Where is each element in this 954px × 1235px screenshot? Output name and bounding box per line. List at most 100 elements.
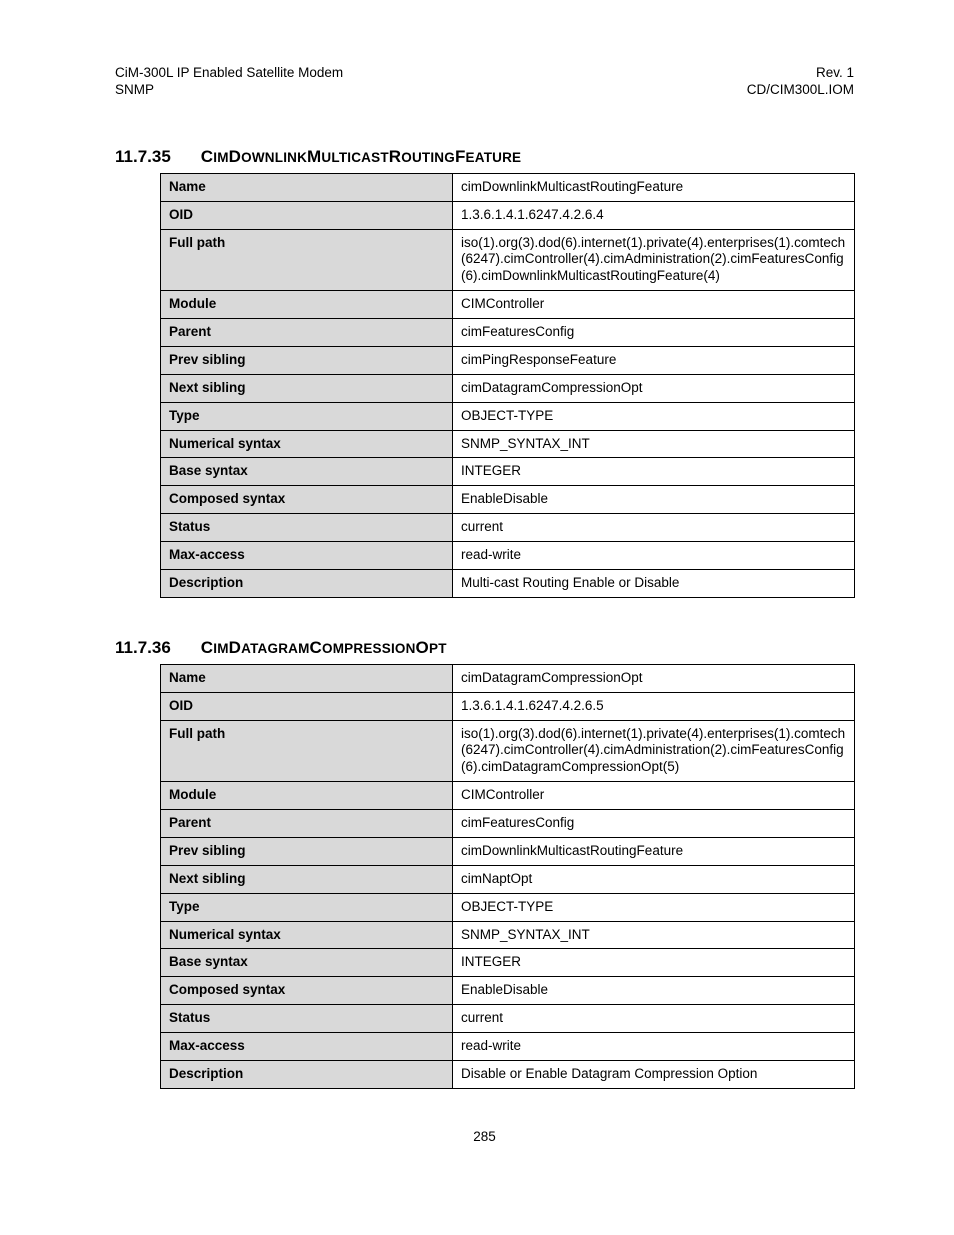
row-label: Next sibling <box>161 865 453 893</box>
row-label: Type <box>161 402 453 430</box>
row-label: Name <box>161 173 453 201</box>
row-value: Disable or Enable Datagram Compression O… <box>453 1060 855 1088</box>
row-value: cimFeaturesConfig <box>453 810 855 838</box>
table-row: ParentcimFeaturesConfig <box>161 810 855 838</box>
row-label: Parent <box>161 810 453 838</box>
row-label: Type <box>161 893 453 921</box>
row-value: CIMController <box>453 291 855 319</box>
table-row: Composed syntaxEnableDisable <box>161 486 855 514</box>
row-label: Status <box>161 514 453 542</box>
row-label: Prev sibling <box>161 346 453 374</box>
row-value: OBJECT-TYPE <box>453 893 855 921</box>
row-value: SNMP_SYNTAX_INT <box>453 430 855 458</box>
mib-table: NamecimDownlinkMulticastRoutingFeatureOI… <box>160 173 855 598</box>
row-value: 1.3.6.1.4.1.6247.4.2.6.5 <box>453 692 855 720</box>
section-title: CIMDOWNLINKMULTICASTROUTINGFEATURE <box>201 149 521 166</box>
table-row: Full pathiso(1).org(3).dod(6).internet(1… <box>161 720 855 782</box>
row-label: Max-access <box>161 1033 453 1061</box>
mib-table: NamecimDatagramCompressionOptOID1.3.6.1.… <box>160 664 855 1089</box>
page-header: CiM-300L IP Enabled Satellite Modem SNMP… <box>115 65 854 99</box>
document-page: CiM-300L IP Enabled Satellite Modem SNMP… <box>0 0 954 1184</box>
header-rev: Rev. 1 <box>747 65 854 82</box>
header-topic: SNMP <box>115 82 343 99</box>
row-label: OID <box>161 201 453 229</box>
row-label: Parent <box>161 319 453 347</box>
page-number: 285 <box>115 1129 854 1144</box>
row-label: Prev sibling <box>161 837 453 865</box>
section-number: 11.7.35 <box>115 147 171 166</box>
row-label: Next sibling <box>161 374 453 402</box>
row-label: Base syntax <box>161 458 453 486</box>
row-label: Numerical syntax <box>161 921 453 949</box>
row-value: CIMController <box>453 782 855 810</box>
row-label: Base syntax <box>161 949 453 977</box>
row-value: EnableDisable <box>453 486 855 514</box>
row-label: Full path <box>161 229 453 291</box>
table-row: OID1.3.6.1.4.1.6247.4.2.6.4 <box>161 201 855 229</box>
header-product: CiM-300L IP Enabled Satellite Modem <box>115 65 343 82</box>
row-value: cimDatagramCompressionOpt <box>453 374 855 402</box>
table-row: Max-accessread-write <box>161 1033 855 1061</box>
table-row: Base syntaxINTEGER <box>161 458 855 486</box>
table-row: DescriptionDisable or Enable Datagram Co… <box>161 1060 855 1088</box>
header-doc: CD/CIM300L.IOM <box>747 82 854 99</box>
table-row: Full pathiso(1).org(3).dod(6).internet(1… <box>161 229 855 291</box>
row-value: iso(1).org(3).dod(6).internet(1).private… <box>453 720 855 782</box>
row-value: SNMP_SYNTAX_INT <box>453 921 855 949</box>
table-row: Prev siblingcimPingResponseFeature <box>161 346 855 374</box>
row-label: Description <box>161 1060 453 1088</box>
row-value: Multi-cast Routing Enable or Disable <box>453 569 855 597</box>
row-label: OID <box>161 692 453 720</box>
table-row: Max-accessread-write <box>161 542 855 570</box>
row-value: iso(1).org(3).dod(6).internet(1).private… <box>453 229 855 291</box>
row-label: Status <box>161 1005 453 1033</box>
table-row: ParentcimFeaturesConfig <box>161 319 855 347</box>
row-value: INTEGER <box>453 458 855 486</box>
row-value: current <box>453 1005 855 1033</box>
section-number: 11.7.36 <box>115 638 171 657</box>
row-value: OBJECT-TYPE <box>453 402 855 430</box>
table-row: DescriptionMulti-cast Routing Enable or … <box>161 569 855 597</box>
row-label: Numerical syntax <box>161 430 453 458</box>
row-value: INTEGER <box>453 949 855 977</box>
table-row: Prev siblingcimDownlinkMulticastRoutingF… <box>161 837 855 865</box>
table-row: Numerical syntaxSNMP_SYNTAX_INT <box>161 430 855 458</box>
row-value: 1.3.6.1.4.1.6247.4.2.6.4 <box>453 201 855 229</box>
row-value: current <box>453 514 855 542</box>
table-row: Statuscurrent <box>161 514 855 542</box>
header-right: Rev. 1 CD/CIM300L.IOM <box>747 65 854 99</box>
table-row: TypeOBJECT-TYPE <box>161 402 855 430</box>
table-row: ModuleCIMController <box>161 291 855 319</box>
row-label: Max-access <box>161 542 453 570</box>
table-row: NamecimDatagramCompressionOpt <box>161 664 855 692</box>
table-row: Next siblingcimNaptOpt <box>161 865 855 893</box>
row-value: cimPingResponseFeature <box>453 346 855 374</box>
row-label: Module <box>161 291 453 319</box>
row-value: cimDownlinkMulticastRoutingFeature <box>453 837 855 865</box>
row-label: Module <box>161 782 453 810</box>
table-row: ModuleCIMController <box>161 782 855 810</box>
table-row: Next siblingcimDatagramCompressionOpt <box>161 374 855 402</box>
section-title: CIMDATAGRAMCOMPRESSIONOPT <box>201 640 447 657</box>
row-label: Name <box>161 664 453 692</box>
row-value: EnableDisable <box>453 977 855 1005</box>
table-row: TypeOBJECT-TYPE <box>161 893 855 921</box>
row-value: cimFeaturesConfig <box>453 319 855 347</box>
table-row: Statuscurrent <box>161 1005 855 1033</box>
section-heading: 11.7.36 CIMDATAGRAMCOMPRESSIONOPT <box>115 638 854 658</box>
row-value: cimDownlinkMulticastRoutingFeature <box>453 173 855 201</box>
row-value: cimDatagramCompressionOpt <box>453 664 855 692</box>
row-label: Composed syntax <box>161 486 453 514</box>
row-value: read-write <box>453 542 855 570</box>
row-label: Composed syntax <box>161 977 453 1005</box>
section-heading: 11.7.35 CIMDOWNLINKMULTICASTROUTINGFEATUR… <box>115 147 854 167</box>
table-row: NamecimDownlinkMulticastRoutingFeature <box>161 173 855 201</box>
row-label: Description <box>161 569 453 597</box>
row-value: cimNaptOpt <box>453 865 855 893</box>
row-label: Full path <box>161 720 453 782</box>
header-left: CiM-300L IP Enabled Satellite Modem SNMP <box>115 65 343 99</box>
table-row: Composed syntaxEnableDisable <box>161 977 855 1005</box>
table-row: Numerical syntaxSNMP_SYNTAX_INT <box>161 921 855 949</box>
table-row: Base syntaxINTEGER <box>161 949 855 977</box>
table-row: OID1.3.6.1.4.1.6247.4.2.6.5 <box>161 692 855 720</box>
